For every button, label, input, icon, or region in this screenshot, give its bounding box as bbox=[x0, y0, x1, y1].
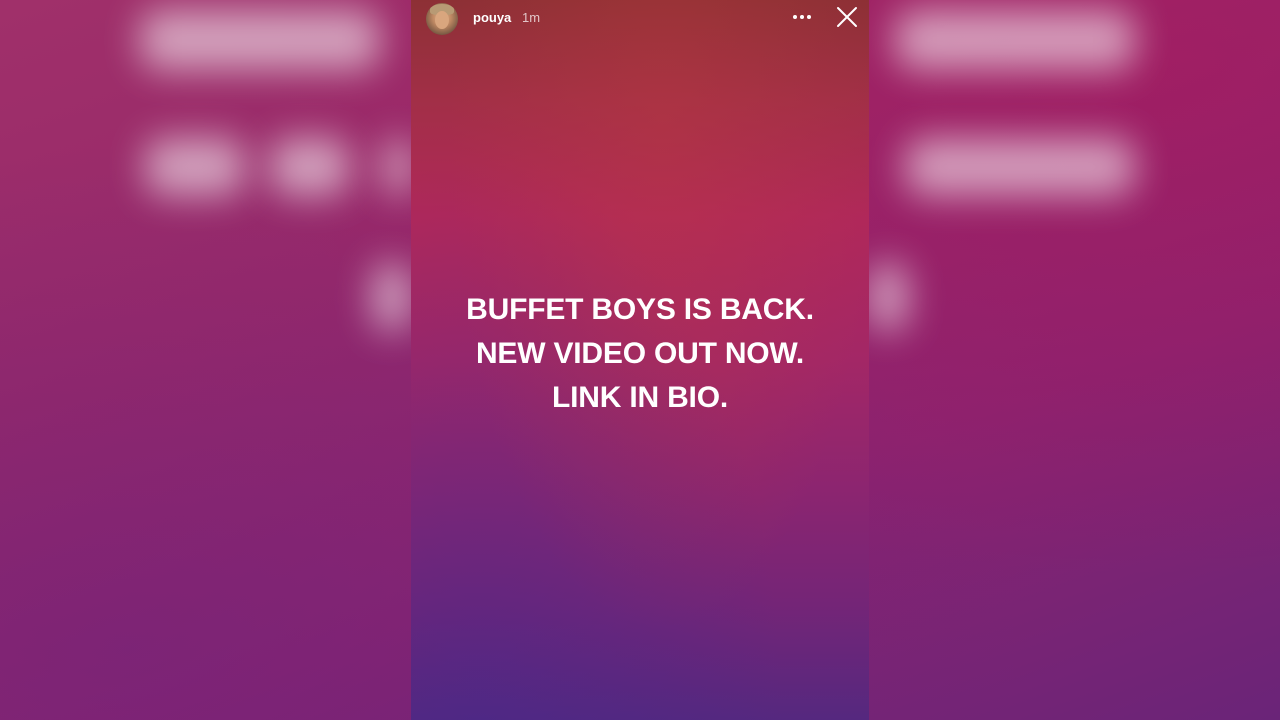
more-options-icon bbox=[793, 15, 797, 19]
blurred-text-block bbox=[372, 262, 412, 332]
more-options-icon bbox=[807, 15, 811, 19]
blurred-text-block bbox=[895, 10, 1135, 70]
blurred-text-block bbox=[270, 138, 350, 196]
story-username[interactable]: pouya bbox=[473, 10, 511, 26]
blurred-text-block bbox=[145, 138, 245, 196]
user-avatar[interactable] bbox=[426, 3, 458, 35]
blurred-text-block bbox=[905, 138, 1135, 196]
story-timestamp: 1m bbox=[522, 10, 541, 25]
close-icon bbox=[837, 7, 857, 27]
story-header: pouya 1m bbox=[411, 0, 869, 36]
story-text-line: BUFFET BOYS IS BACK. bbox=[466, 293, 814, 326]
story-text-line: LINK IN BIO. bbox=[552, 381, 728, 414]
story-viewer: pouya 1m BUFFET BOYS IS BACK. NEW VIDEO … bbox=[0, 0, 1280, 720]
story-card[interactable]: pouya 1m BUFFET BOYS IS BACK. NEW VIDEO … bbox=[411, 0, 869, 720]
close-button[interactable] bbox=[834, 4, 860, 30]
story-text: BUFFET BOYS IS BACK. NEW VIDEO OUT NOW. … bbox=[411, 288, 869, 420]
more-options-icon bbox=[800, 15, 804, 19]
blurred-text-block bbox=[140, 10, 380, 70]
blurred-text-block bbox=[868, 262, 908, 332]
avatar-face bbox=[435, 11, 449, 29]
story-text-line: NEW VIDEO OUT NOW. bbox=[475, 337, 805, 370]
more-options-button[interactable] bbox=[789, 6, 815, 28]
blurred-text-block bbox=[383, 138, 413, 196]
